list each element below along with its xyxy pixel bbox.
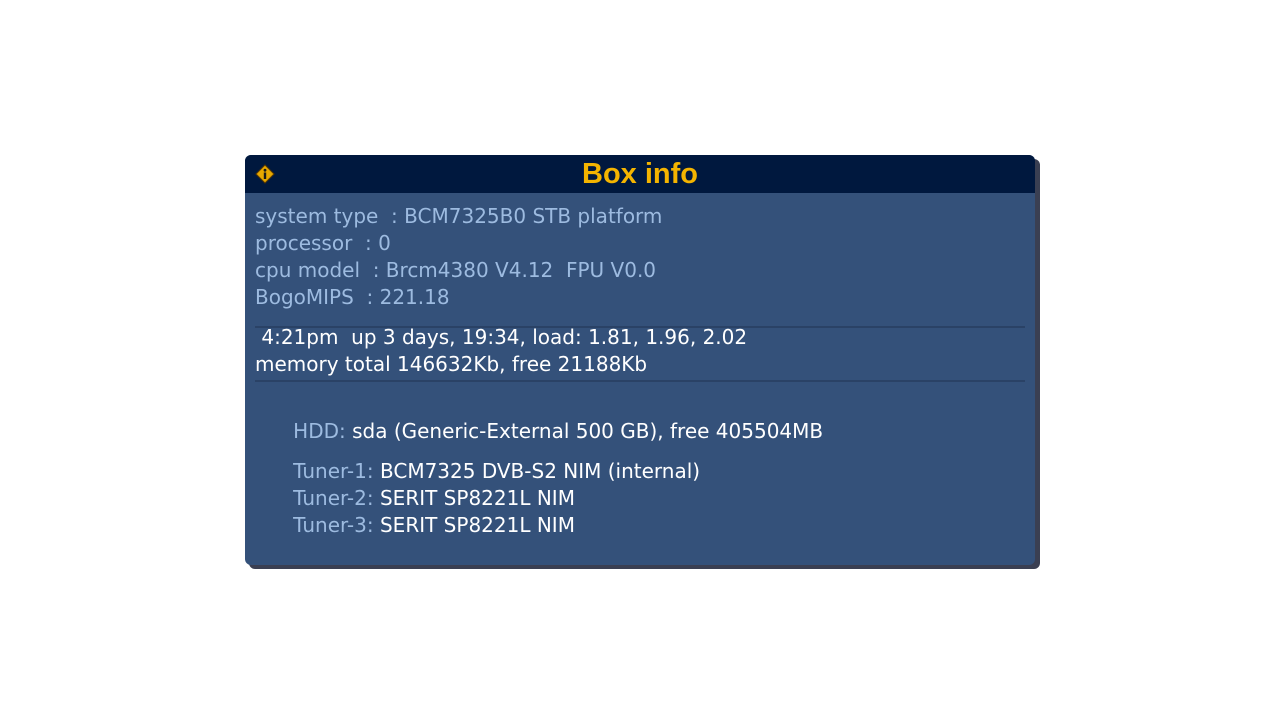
memory-line: memory total 146632Kb, free 21188Kb bbox=[255, 352, 648, 376]
box-info-dialog: Box info system type : BCM7325B0 STB pla… bbox=[245, 155, 1035, 565]
title-bar: Box info bbox=[245, 155, 1035, 193]
tuner-value: SERIT SP8221L NIM bbox=[373, 513, 575, 537]
bogomips-line: BogoMIPS : 221.18 bbox=[255, 285, 450, 309]
hdd-line: HDD: sda (Generic-External 500 GB), free… bbox=[255, 391, 823, 443]
system-type-line: system type : BCM7325B0 STB platform bbox=[255, 204, 663, 228]
separator-bottom bbox=[255, 380, 1025, 382]
tuner-line: Tuner-1: BCM7325 DVB-S2 NIM (internal) bbox=[255, 431, 700, 483]
uptime-line: 4:21pm up 3 days, 19:34, load: 1.81, 1.9… bbox=[255, 325, 748, 349]
tuner-line: Tuner-2: SERIT SP8221L NIM bbox=[255, 458, 575, 510]
tuner-line: Tuner-3: SERIT SP8221L NIM bbox=[255, 485, 575, 537]
cpu-model-line: cpu model : Brcm4380 V4.12 FPU V0.0 bbox=[255, 258, 657, 282]
tuner-label: Tuner-3: bbox=[293, 513, 374, 537]
dialog-title: Box info bbox=[582, 158, 698, 190]
processor-line: processor : 0 bbox=[255, 231, 391, 255]
